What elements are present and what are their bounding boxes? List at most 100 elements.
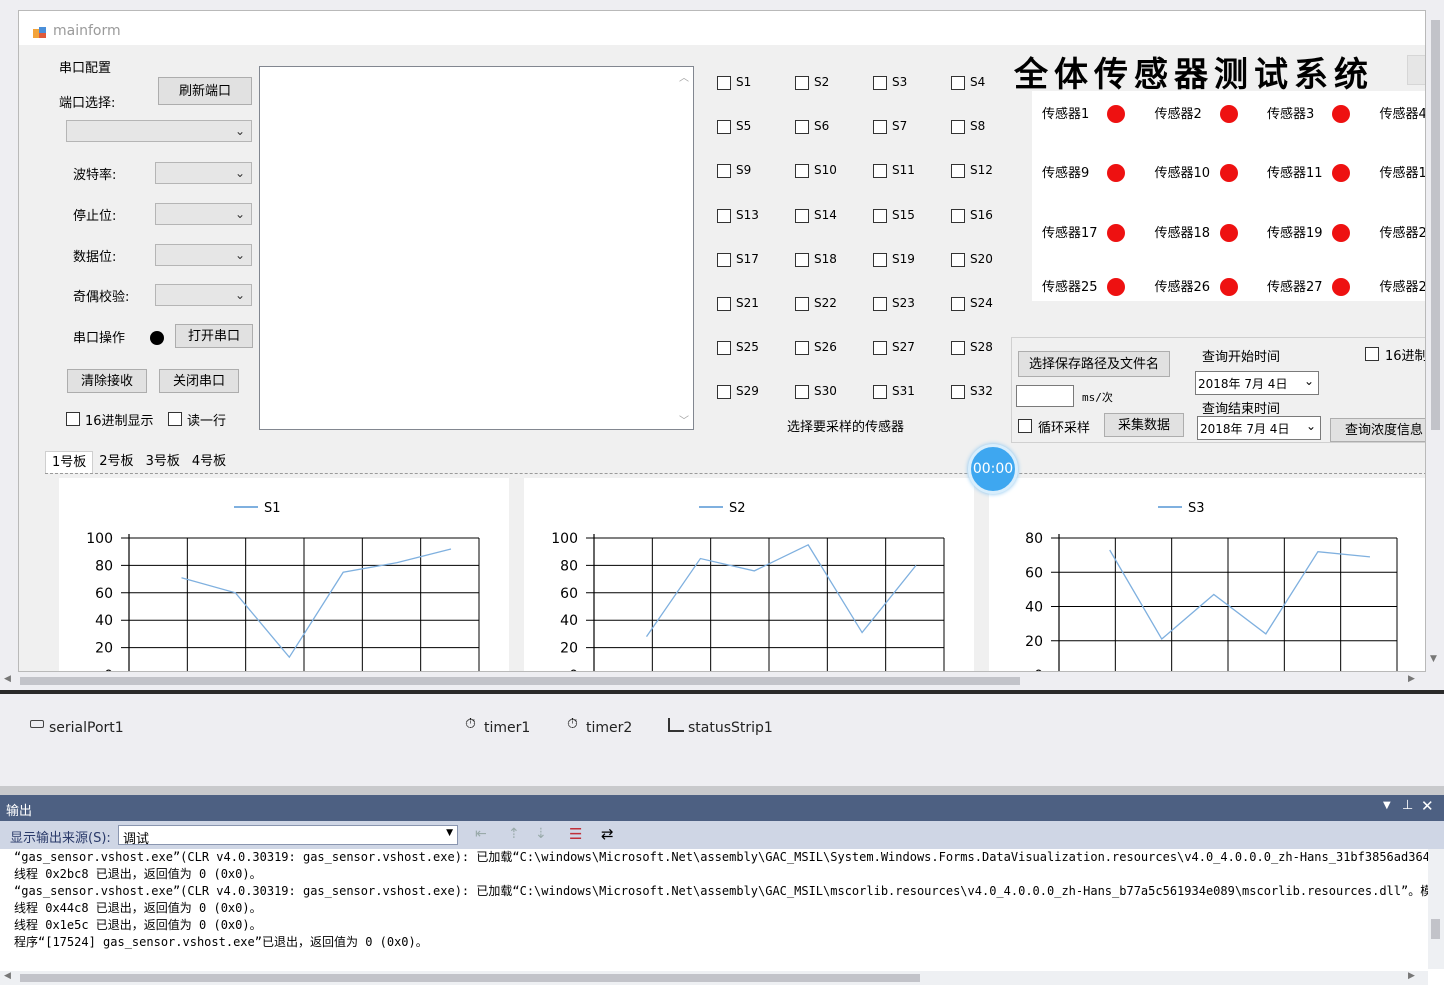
tray-statusstrip[interactable]: statusStrip1 [688, 720, 773, 736]
chevron-down-icon[interactable]: ﹀ [679, 412, 689, 427]
designer-vscroll-thumb[interactable] [1431, 20, 1440, 430]
stop-bits-combo[interactable]: ⌄ [155, 203, 252, 225]
y-tick-label: 80 [95, 558, 113, 574]
loop-sample-checkbox[interactable] [1018, 419, 1032, 433]
goto-previous-icon[interactable]: ⇤ [475, 826, 487, 842]
sensor-checkbox-s32[interactable] [951, 385, 965, 400]
query-end-datepicker[interactable]: 2018年 7月 4日 ⌄ [1197, 416, 1321, 440]
sensor-checkbox-s18[interactable] [795, 252, 809, 267]
tray-timer1[interactable]: timer1 [484, 720, 530, 736]
data-bits-combo[interactable]: ⌄ [155, 244, 252, 266]
query-start-datepicker[interactable]: 2018年 7月 4日 ⌄ [1195, 371, 1319, 395]
refresh-port-button[interactable]: 刷新端口 [158, 77, 252, 105]
sensor-checkbox-s21[interactable] [717, 297, 731, 311]
pin-icon[interactable]: ⊥ [1402, 798, 1413, 813]
sensor-status-grid: 传感器1 传感器2 传感器3 传感器4 传感器9 传感器10 传感器11 传感器1 传感器17 传… [1032, 91, 1426, 301]
sensor-checkbox-s25[interactable] [717, 341, 731, 356]
tray-timer2[interactable]: timer2 [586, 720, 632, 736]
sensor-label: 传感器2 [1154, 107, 1202, 122]
receive-textbox[interactable]: ︿ ﹀ [259, 66, 694, 430]
baud-combo[interactable]: ⌄ [155, 162, 252, 184]
parity-combo[interactable]: ⌄ [155, 284, 252, 306]
tray-serialport[interactable]: serialPort1 [49, 720, 124, 736]
sensor-checkbox-s11[interactable] [873, 164, 887, 179]
scroll-right-icon[interactable]: ▶ [1408, 971, 1415, 981]
designer-surface: mainform 全体传感器测试系统 串口配置 端口选择: 刷新端口 ⌄ 波特率… [0, 0, 1444, 690]
banner-side-button[interactable] [1407, 55, 1425, 85]
query-concentration-button[interactable]: 查询浓度信息 [1330, 418, 1425, 442]
sensor-checkbox-s9[interactable] [717, 164, 731, 179]
sensor-checkbox-s24[interactable] [951, 297, 965, 311]
hex-query-checkbox[interactable] [1365, 347, 1379, 361]
sensor-checkbox-s28[interactable] [951, 341, 965, 356]
sensor-checkbox-s27[interactable] [873, 341, 887, 356]
sensor-label: 传感器1 [1379, 166, 1426, 181]
read-line-checkbox[interactable] [168, 412, 182, 426]
output-vertical-scrollbar[interactable] [1428, 849, 1444, 969]
output-line: “gas_sensor.vshost.exe”(CLR v4.0.30319: … [14, 850, 1444, 864]
timer-badge[interactable]: 00:00 [968, 444, 1018, 494]
sensor-checkbox-s22[interactable] [795, 297, 809, 311]
dropdown-icon[interactable]: ▼ [1383, 800, 1391, 811]
sensor-checkbox-s15[interactable] [873, 208, 887, 223]
interval-input[interactable] [1016, 385, 1074, 407]
find-previous-icon[interactable]: ⇡ [508, 826, 520, 842]
designer-hscroll-thumb[interactable] [20, 677, 1020, 685]
output-hscroll-thumb[interactable] [20, 974, 920, 982]
sensor-checkbox-s29[interactable] [717, 385, 731, 400]
designer-vertical-scrollbar[interactable]: ▼ [1428, 20, 1444, 670]
word-wrap-icon[interactable]: ⇄ [601, 825, 614, 843]
sensor-checkbox-s1[interactable] [717, 76, 731, 90]
sensor-checkbox-label: S2 [814, 75, 830, 89]
sensor-checkbox-s7[interactable] [873, 120, 887, 135]
sensor-checkbox-s10[interactable] [795, 164, 809, 179]
y-tick-label: 40 [1025, 600, 1043, 616]
sensor-checkbox-s30[interactable] [795, 385, 809, 400]
clear-all-icon[interactable]: ☰ [569, 825, 582, 843]
sensor-checkbox-s19[interactable] [873, 252, 887, 267]
sensor-checkbox-label: S6 [814, 119, 830, 134]
sensor-checkbox-s26[interactable] [795, 341, 809, 356]
save-path-button[interactable]: 选择保存路径及文件名 [1018, 351, 1170, 377]
sensor-checkbox-s6[interactable] [795, 120, 809, 135]
sensor-checkbox-s20[interactable] [951, 252, 965, 267]
output-vscroll-thumb[interactable] [1431, 919, 1440, 939]
find-next-icon[interactable]: ⇣ [535, 826, 547, 842]
output-horizontal-scrollbar[interactable]: ◀ ▶ [0, 971, 1428, 985]
tab-board-4[interactable]: 4号板 [186, 451, 232, 473]
open-port-button[interactable]: 打开串口 [175, 324, 253, 348]
scroll-left-icon[interactable]: ◀ [4, 674, 11, 684]
scroll-right-icon[interactable]: ▶ [1408, 674, 1415, 684]
scroll-left-icon[interactable]: ◀ [4, 971, 11, 981]
sensor-checkbox-s2[interactable] [795, 76, 809, 90]
sensor-checkbox-s16[interactable] [951, 208, 965, 223]
sensor-checkbox-s5[interactable] [717, 120, 731, 135]
tab-board-3[interactable]: 3号板 [140, 451, 186, 473]
port-combo[interactable]: ⌄ [66, 120, 252, 142]
tab-board-1[interactable]: 1号板 [45, 451, 94, 473]
chevron-up-icon[interactable]: ︿ [679, 69, 689, 84]
tab-board-2[interactable]: 2号板 [93, 451, 139, 473]
sensor-checkbox-s13[interactable] [717, 208, 731, 223]
sensor-checkbox-s14[interactable] [795, 208, 809, 223]
scroll-down-icon[interactable]: ▼ [1430, 654, 1437, 664]
hex-display-checkbox[interactable] [66, 412, 80, 426]
close-icon[interactable]: ✕ [1421, 797, 1434, 815]
sensor-checkbox-s23[interactable] [873, 297, 887, 311]
query-end-label: 查询结束时间 [1202, 402, 1281, 417]
y-tick-label: 40 [95, 613, 113, 629]
sensor-checkbox-s17[interactable] [717, 252, 731, 267]
close-port-button[interactable]: 关闭串口 [159, 369, 239, 393]
sensor-checkbox-s3[interactable] [873, 76, 887, 90]
output-text-area[interactable]: “gas_sensor.vshost.exe”(CLR v4.0.30319: … [0, 849, 1444, 987]
sensor-checkbox-s31[interactable] [873, 385, 887, 400]
collect-data-button[interactable]: 采集数据 [1104, 413, 1184, 437]
receive-scrollbar[interactable]: ︿ ﹀ [676, 67, 693, 429]
sensor-label: 传感器2 [1379, 226, 1426, 241]
sensor-checkbox-s4[interactable] [951, 76, 965, 90]
clear-receive-button[interactable]: 清除接收 [67, 369, 147, 393]
designer-horizontal-scrollbar[interactable]: ◀ ▶ [0, 674, 1428, 688]
sensor-checkbox-s8[interactable] [951, 120, 965, 135]
output-source-combo[interactable]: 调试 ▼ [118, 825, 458, 847]
sensor-checkbox-s12[interactable] [951, 164, 965, 179]
